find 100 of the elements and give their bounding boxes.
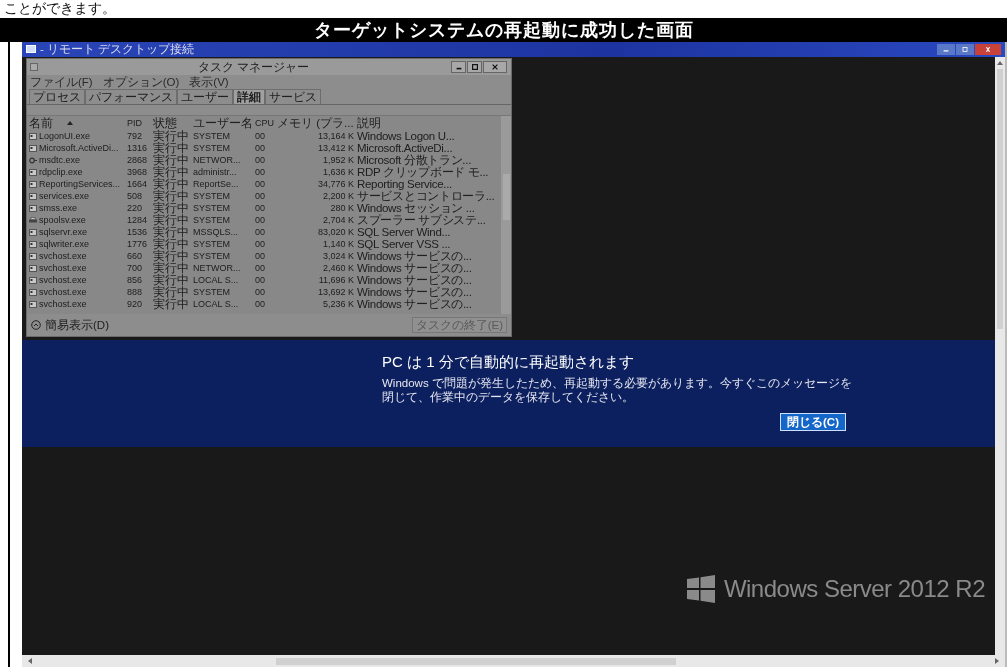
caption-text: ことができます。 <box>3 0 117 18</box>
scroll-up-icon[interactable] <box>997 61 1003 65</box>
table-cell-text: 00 <box>255 214 266 226</box>
table-cell-text: Windows サービスの... <box>357 286 473 298</box>
logo-text: Windows Server 2012 R2 <box>723 575 985 603</box>
app-icon <box>29 300 37 308</box>
table-cell-text: Windows セッション ... <box>357 202 476 214</box>
scroll-left-icon[interactable] <box>28 658 32 664</box>
app-icon <box>29 240 37 248</box>
table-cell: svchost.exe <box>39 298 87 310</box>
table-cell-text: 00 <box>255 166 266 178</box>
minimize-button[interactable] <box>937 44 955 55</box>
tab[interactable]: ユーザー <box>177 89 233 104</box>
table-cell-text: SYSTEM <box>193 250 231 262</box>
column-header[interactable]: メモリ (プラ... <box>277 117 357 129</box>
toggle-label: 簡易表示(D) <box>45 317 109 333</box>
table-cell: ReportingServices... <box>39 178 121 190</box>
table-cell-text: 00 <box>255 202 266 214</box>
table-cell-text: Windows サービスの... <box>357 274 473 286</box>
menu-item[interactable]: ファイル(F) <box>30 75 93 89</box>
table-cell-text: 2868 <box>127 154 149 166</box>
table-cell-text: 00 <box>255 142 266 154</box>
table-cell-text: 00 <box>255 178 266 190</box>
notice-heading: PC は 1 分で自動的に再起動されます <box>382 352 635 372</box>
fewer-details-toggle[interactable]: 簡易表示(D) <box>31 317 109 333</box>
table-cell-text: 3968 <box>127 166 149 178</box>
table-cell-text: NETWOR... <box>193 262 242 274</box>
column-header[interactable]: 状態 <box>153 117 193 129</box>
app-icon <box>29 204 37 212</box>
table-cell-text: Microsoft 分散トラン... <box>357 154 473 166</box>
maximize-button[interactable] <box>467 61 482 73</box>
table-cell: svchost.exe <box>39 250 87 262</box>
table-cell-text: 792 <box>127 130 144 142</box>
table-cell-text: 実行中 <box>153 298 190 310</box>
table-cell-text: 実行中 <box>153 262 190 274</box>
table-cell-text: SYSTEM <box>193 238 231 250</box>
column-header[interactable]: 説明 <box>357 117 497 129</box>
app-icon <box>29 144 37 152</box>
close-notice-button[interactable]: 閉じる(C) <box>780 413 846 431</box>
app-icon <box>29 132 37 140</box>
table-cell-text: 1,140 K <box>321 238 355 250</box>
column-header[interactable]: PID <box>127 117 153 129</box>
table-cell-text: Windows Logon U... <box>357 130 456 142</box>
table-cell-text: SYSTEM <box>193 190 231 202</box>
table-cell: svchost.exe <box>39 286 87 298</box>
tab[interactable]: プロセス <box>29 89 85 104</box>
tab[interactable]: 詳細 <box>233 89 265 104</box>
table-cell-text: 1664 <box>127 178 149 190</box>
banner-title: ターゲットシステムの再起動に成功した画面 <box>313 19 694 42</box>
table-cell-text: 2,460 K <box>321 262 355 274</box>
table-cell-text: 実行中 <box>153 130 190 142</box>
tab[interactable]: パフォーマンス <box>85 89 177 104</box>
close-button[interactable] <box>483 61 507 73</box>
column-header[interactable]: CPU <box>255 117 277 129</box>
table-cell-text: 実行中 <box>153 178 190 190</box>
scrollbar-thumb[interactable] <box>276 657 676 665</box>
table-cell: Microsoft.ActiveDi... <box>39 142 119 154</box>
table-cell-text: 00 <box>255 238 266 250</box>
table-cell-text: 1,636 K <box>321 166 355 178</box>
table-cell: sqlservr.exe <box>39 226 88 238</box>
app-icon <box>30 63 38 71</box>
table-cell-text: 280 K <box>329 202 355 214</box>
table-cell-text: SYSTEM <box>193 130 231 142</box>
monitor-icon <box>26 44 36 55</box>
close-button[interactable] <box>975 44 1001 55</box>
table-cell-text: Reporting Service... <box>357 178 453 190</box>
table-cell: msdtc.exe <box>39 154 80 166</box>
table-cell-text: 856 <box>127 274 144 286</box>
app-icon <box>29 168 37 176</box>
column-header[interactable]: 名前 <box>29 117 53 129</box>
table-cell: services.exe <box>39 190 90 202</box>
table-cell: svchost.exe <box>39 262 87 274</box>
table-cell-text: 220 <box>127 202 144 214</box>
table-cell-text: 実行中 <box>153 250 190 262</box>
minimize-icon <box>942 47 950 52</box>
table-cell-text: 660 <box>127 250 144 262</box>
scrollbar-thumb[interactable] <box>502 174 510 220</box>
menu-item[interactable]: 表示(V) <box>189 75 229 89</box>
table-cell-text: 920 <box>127 298 144 310</box>
column-header[interactable]: ユーザー名 <box>193 117 255 129</box>
table-cell-text: 34,776 K <box>316 178 355 190</box>
table-cell-text: Windows サービスの... <box>357 298 473 310</box>
printer-icon <box>29 216 37 224</box>
table-cell-text: 00 <box>255 130 266 142</box>
close-icon <box>491 63 499 71</box>
menu-item[interactable]: オプション(O) <box>102 75 180 89</box>
table-cell-text: 2,200 K <box>321 190 355 202</box>
table-cell-text: 508 <box>127 190 144 202</box>
scrollbar-thumb[interactable] <box>997 69 1003 329</box>
tab[interactable]: サービス <box>265 89 321 104</box>
notice-message: Windows で問題が発生したため、再起動する必要があります。今すぐこのメッセージを閉じて、作業中のデータを保存してください。 <box>382 376 852 404</box>
table-cell-text: 実行中 <box>153 286 190 298</box>
table-cell-text: SYSTEM <box>193 202 231 214</box>
minimize-button[interactable] <box>451 61 466 73</box>
table-cell: svchost.exe <box>39 274 87 286</box>
table-cell-text: 00 <box>255 250 266 262</box>
table-cell-text: 3,024 K <box>321 250 355 262</box>
table-cell-text: SQL Server VSS ... <box>357 238 452 250</box>
table-cell-text: 実行中 <box>153 190 190 202</box>
scroll-right-icon[interactable] <box>995 658 999 664</box>
